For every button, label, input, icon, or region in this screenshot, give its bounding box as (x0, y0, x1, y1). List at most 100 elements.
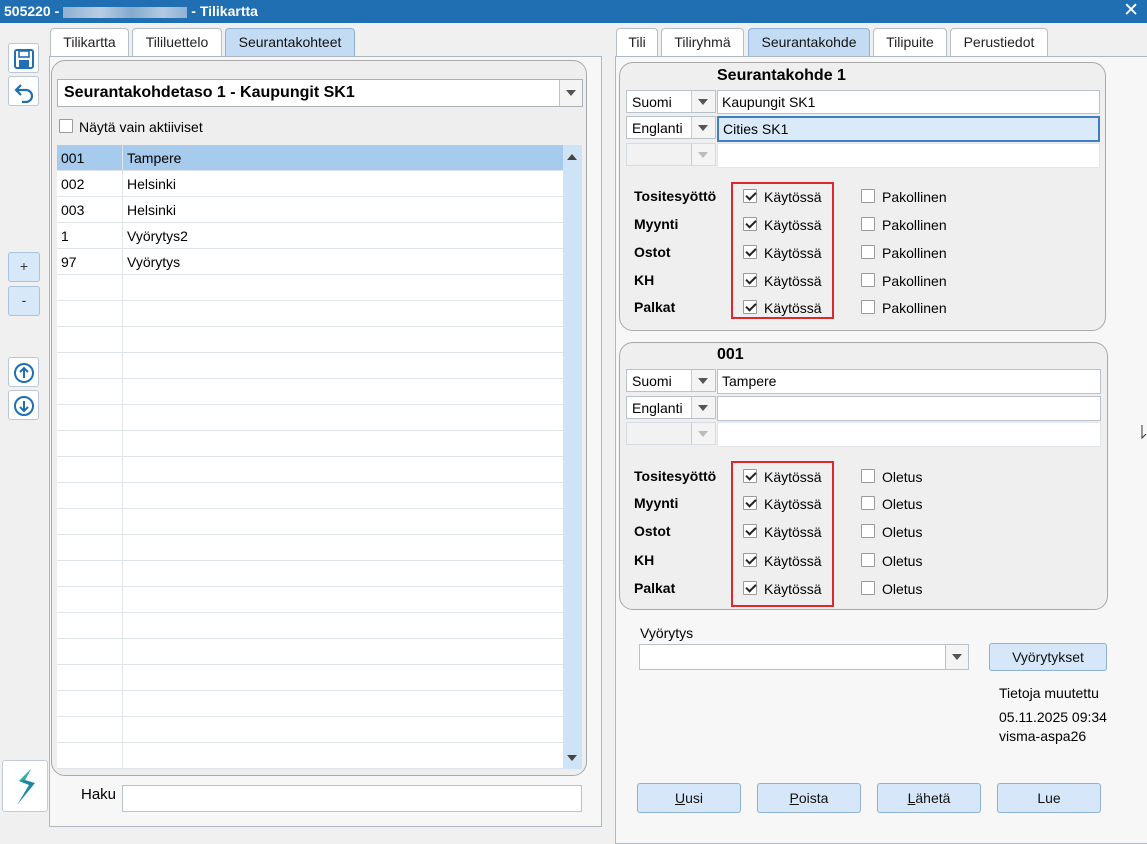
send-button[interactable]: Lähetä (877, 783, 981, 813)
table-row[interactable] (57, 535, 563, 561)
tab-tilikartta[interactable]: Tilikartta (50, 28, 129, 57)
group2-name-fi-input[interactable]: Tampere (717, 369, 1101, 394)
default-checkbox[interactable] (861, 581, 875, 595)
close-icon[interactable]: ✕ (1123, 1, 1139, 21)
add-row-button[interactable]: + (8, 252, 40, 282)
table-row[interactable] (57, 379, 563, 405)
table-row[interactable] (57, 327, 563, 353)
group2-lang-select-1[interactable]: Suomi (626, 369, 716, 392)
scroll-up-icon[interactable] (567, 154, 577, 160)
tab-perustiedot[interactable]: Perustiedot (950, 28, 1048, 57)
default-checkbox[interactable] (861, 469, 875, 483)
visma-logo-button[interactable] (2, 760, 48, 812)
tracking-items-table: 001 Tampere 002 Helsinki 003 Helsinki 1 Vyöryty… (57, 145, 563, 769)
mandatory-checkbox[interactable] (861, 217, 875, 231)
tab-seurantakohde[interactable]: Seurantakohde (748, 28, 870, 57)
mandatory-checkbox[interactable] (861, 300, 875, 314)
show-active-checkbox[interactable] (59, 119, 73, 133)
group2-lang-select-3[interactable] (626, 422, 716, 445)
tab-tiliryhma[interactable]: Tiliryhmä (661, 28, 744, 57)
modified-label: Tietoja muutettu (999, 685, 1099, 701)
tab-tilipuite[interactable]: Tilipuite (873, 28, 947, 57)
move-down-button[interactable] (8, 390, 39, 420)
save-button[interactable] (8, 43, 39, 73)
table-row[interactable] (57, 457, 563, 483)
allocations-button[interactable]: Vyörytykset (989, 643, 1107, 671)
move-up-button[interactable] (8, 357, 39, 387)
table-scrollbar[interactable] (563, 145, 582, 769)
delete-button[interactable]: Poista (757, 783, 861, 813)
tab-seurantakohteet[interactable]: Seurantakohteet (225, 28, 355, 57)
row-name (123, 379, 563, 405)
table-row[interactable]: 002 Helsinki (57, 171, 563, 197)
table-row[interactable]: 97 Vyörytys (57, 249, 563, 275)
new-button[interactable]: Uusi (637, 783, 741, 813)
row-code: 002 (57, 171, 123, 197)
row-name: Tampere (127, 150, 182, 166)
highlight-box (731, 182, 834, 319)
read-button[interactable]: Lue (997, 783, 1101, 813)
table-row[interactable] (57, 405, 563, 431)
mandatory-label: Pakollinen (882, 217, 947, 233)
table-row[interactable] (57, 301, 563, 327)
row-code (57, 379, 123, 405)
tab-tili[interactable]: Tili (616, 28, 658, 57)
row-code (57, 509, 123, 535)
default-checkbox[interactable] (861, 496, 875, 510)
table-row[interactable] (57, 275, 563, 301)
table-row[interactable] (57, 353, 563, 379)
tab-tililuettelo[interactable]: Tililuettelo (132, 28, 222, 57)
search-label: Haku (81, 786, 117, 803)
group1-lang-select-3[interactable] (626, 143, 716, 166)
row-name (123, 639, 563, 665)
chevron-down-icon (559, 80, 582, 106)
mandatory-checkbox[interactable] (861, 189, 875, 203)
mandatory-checkbox[interactable] (861, 245, 875, 259)
table-row[interactable] (57, 431, 563, 457)
group1-name-fi-input[interactable]: Kaupungit SK1 (717, 90, 1100, 114)
mandatory-checkbox[interactable] (861, 273, 875, 287)
search-input[interactable] (122, 785, 582, 812)
group2-lang-select-2[interactable]: Englanti (626, 396, 716, 419)
group1-lang-select-2[interactable]: Englanti (626, 116, 716, 139)
group1-lang-select-1[interactable]: Suomi (626, 90, 716, 113)
default-checkbox[interactable] (861, 524, 875, 538)
table-row[interactable] (57, 561, 563, 587)
remove-row-button[interactable]: - (8, 286, 40, 316)
modified-user: visma-aspa26 (999, 728, 1087, 744)
default-checkbox[interactable] (861, 553, 875, 567)
table-row[interactable]: 001 Tampere (57, 145, 563, 171)
save-icon (14, 49, 34, 69)
arrow-down-icon (14, 396, 34, 416)
level-select-value: Seurantakohdetaso 1 - Kaupungit SK1 (64, 84, 355, 101)
table-row[interactable] (57, 509, 563, 535)
allocation-label: Vyörytys (640, 625, 694, 641)
scroll-down-icon[interactable] (567, 755, 577, 761)
table-row[interactable] (57, 613, 563, 639)
group1-name-en-input[interactable]: Cities SK1 (717, 116, 1100, 142)
allocation-select[interactable] (639, 644, 969, 670)
table-row[interactable] (57, 639, 563, 665)
table-row[interactable] (57, 717, 563, 743)
undo-button[interactable] (8, 76, 39, 106)
table-row[interactable]: 1 Vyörytys2 (57, 223, 563, 249)
default-label: Oletus (882, 496, 923, 512)
row-name (123, 483, 563, 509)
undo-icon (14, 84, 34, 103)
row-name: Helsinki (127, 176, 177, 192)
arrow-up-icon (14, 363, 34, 383)
table-row[interactable]: 003 Helsinki (57, 197, 563, 223)
group2-name-en-input[interactable] (717, 396, 1101, 421)
table-row[interactable] (57, 587, 563, 613)
table-row[interactable] (57, 691, 563, 717)
row-name (123, 353, 563, 379)
group2-name-3-input[interactable] (717, 422, 1101, 447)
table-row[interactable] (57, 665, 563, 691)
default-label: Oletus (882, 524, 923, 540)
table-row[interactable] (57, 483, 563, 509)
row-code: 97 (57, 249, 123, 275)
table-row[interactable] (57, 743, 563, 769)
mandatory-label: Pakollinen (882, 189, 947, 205)
group1-name-3-input[interactable] (717, 143, 1100, 168)
level-select[interactable]: Seurantakohdetaso 1 - Kaupungit SK1 (57, 79, 583, 107)
